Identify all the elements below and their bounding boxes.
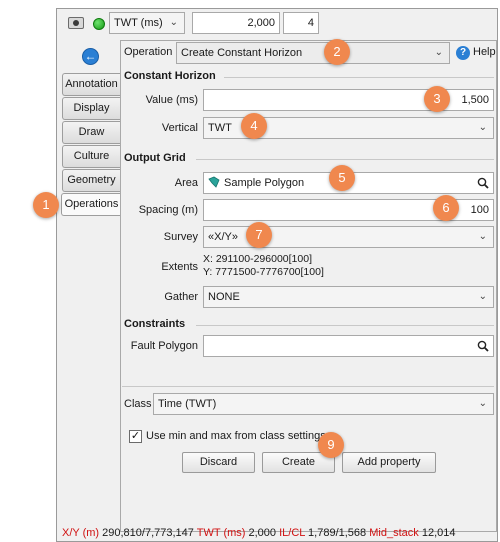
class-select[interactable]: Time (TWT) ⌄ <box>153 393 494 415</box>
polygon-icon <box>208 176 220 188</box>
gather-select[interactable]: NONE ⌄ <box>203 286 494 308</box>
value-label: Value (ms) <box>145 94 198 106</box>
extents-y: Y: 7771500-7776700[100] <box>203 266 324 278</box>
min-max-checkbox[interactable]: ✓ <box>129 430 142 443</box>
tab-label: Geometry <box>67 174 116 186</box>
help-icon[interactable]: ? <box>456 46 470 60</box>
tab-label: Draw <box>78 126 105 138</box>
min-max-checkbox-label: Use min and max from class settings <box>146 430 326 442</box>
status-xy-value: 290,810/7,773,147 <box>102 527 194 539</box>
chevron-down-icon: ⌄ <box>478 122 487 133</box>
area-value: Sample Polygon <box>224 177 305 189</box>
class-label: Class <box>124 398 152 410</box>
divider <box>122 386 494 387</box>
section-title-constant-horizon: Constant Horizon <box>124 70 216 82</box>
callout-7: 7 <box>246 222 272 248</box>
divider <box>224 77 494 78</box>
extents-x: X: 291100-296000[100] <box>203 253 312 265</box>
callout-5: 5 <box>329 165 355 191</box>
status-volume-value: 12,014 <box>421 527 456 539</box>
search-icon[interactable] <box>477 340 489 352</box>
extents-label: Extents <box>161 261 198 273</box>
survey-select-value: «X/Y» <box>208 231 238 243</box>
callout-6: 6 <box>433 195 459 221</box>
chevron-down-icon: ⌄ <box>478 231 487 242</box>
tab-label: Operations <box>64 198 119 210</box>
callout-2: 2 <box>324 39 350 65</box>
chevron-down-icon: ⌄ <box>478 398 487 409</box>
help-link[interactable]: Help <box>473 46 496 58</box>
callout-9: 9 <box>318 432 344 458</box>
depth-value-input[interactable]: 2,000 <box>192 12 280 34</box>
spacing-label: Spacing (m) <box>138 204 198 216</box>
status-volume-label: Mid_stack <box>369 527 419 539</box>
tab-operations[interactable]: Operations <box>61 193 121 216</box>
survey-label: Survey <box>163 231 198 243</box>
tab-label: Annotation <box>65 78 118 90</box>
tab-label: Display <box>73 102 110 114</box>
fault-polygon-label: Fault Polygon <box>130 340 198 352</box>
status-ilcl-value: 1,789/1,568 <box>308 527 367 539</box>
discard-button[interactable]: Discard <box>182 452 255 473</box>
top-toolbar: TWT (ms) ⌄ 2,000 4 <box>62 12 498 36</box>
chevron-down-icon: ⌄ <box>434 47 443 58</box>
add-property-button[interactable]: Add property <box>342 452 436 473</box>
section-title-constraints: Constraints <box>124 318 186 330</box>
chevron-down-icon: ⌄ <box>478 291 487 302</box>
fault-polygon-field[interactable] <box>203 335 494 357</box>
status-ilcl-label: IL/CL <box>279 527 305 539</box>
tab-label: Culture <box>73 150 110 162</box>
status-bar: X/Y (m) 290,810/7,773,147 TWT (ms) 2,000… <box>62 527 455 539</box>
area-label: Area <box>174 177 198 189</box>
operation-select-value: Create Constant Horizon <box>181 47 303 59</box>
status-twt-label: TWT (ms) <box>196 527 246 539</box>
camera-icon[interactable] <box>68 17 84 29</box>
gather-label: Gather <box>164 291 198 303</box>
section-title-output-grid: Output Grid <box>124 152 186 164</box>
operation-select[interactable]: Create Constant Horizon ⌄ <box>176 42 450 64</box>
callout-1: 1 <box>33 192 59 218</box>
divider <box>196 159 494 160</box>
vertical-select-value: TWT <box>208 122 232 134</box>
tab-geometry[interactable]: Geometry <box>62 169 120 192</box>
domain-select-value: TWT (ms) <box>114 17 163 29</box>
green-dot-icon <box>93 18 105 30</box>
gather-select-value: NONE <box>208 291 240 303</box>
callout-3: 3 <box>424 86 450 112</box>
class-select-value: Time (TWT) <box>158 398 217 410</box>
back-arrow-icon[interactable]: ← <box>82 48 99 65</box>
callout-4: 4 <box>241 113 267 139</box>
tab-draw[interactable]: Draw <box>62 121 120 144</box>
domain-select[interactable]: TWT (ms) ⌄ <box>109 12 185 34</box>
chevron-down-icon: ⌄ <box>169 17 178 28</box>
vertical-label: Vertical <box>161 122 198 134</box>
tab-annotation[interactable]: Annotation <box>62 73 120 96</box>
step-input[interactable]: 4 <box>283 12 319 34</box>
search-icon[interactable] <box>477 177 489 189</box>
status-twt-value: 2,000 <box>248 527 277 539</box>
tab-culture[interactable]: Culture <box>62 145 120 168</box>
tab-display[interactable]: Display <box>62 97 120 120</box>
value-input[interactable]: 1,500 <box>203 89 494 111</box>
operation-label: Operation <box>124 46 173 58</box>
divider <box>196 325 494 326</box>
status-xy-label: X/Y (m) <box>62 527 100 539</box>
